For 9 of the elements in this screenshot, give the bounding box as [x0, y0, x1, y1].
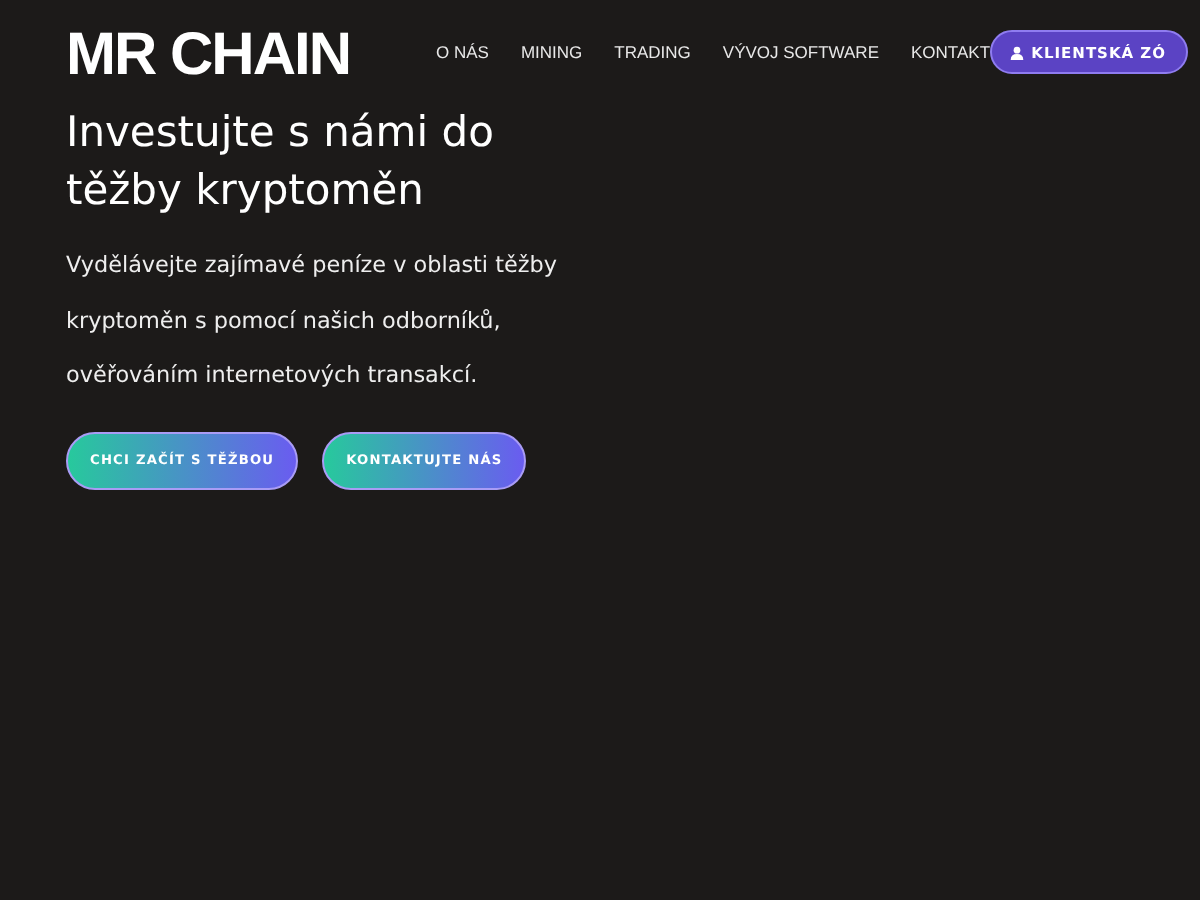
- nav-link[interactable]: KONTAKT: [911, 42, 991, 62]
- user-icon: [1009, 45, 1024, 59]
- nav-link[interactable]: MINING: [520, 42, 583, 62]
- hero-heading: Investujte s námi do těžby kryptoměn: [66, 106, 496, 218]
- logo[interactable]: MR CHAIN: [66, 24, 350, 88]
- hero-text: Vydělávejte zajímavé peníze v oblasti těžby kryptoměn s pomocí našich odborníků, ověřováním internetových transakcí.: [66, 250, 559, 392]
- nav-link[interactable]: O NÁS: [436, 42, 489, 62]
- nav-link[interactable]: VÝVOJ SOFTWARE: [722, 42, 879, 62]
- nav-link[interactable]: TRADING: [614, 42, 691, 62]
